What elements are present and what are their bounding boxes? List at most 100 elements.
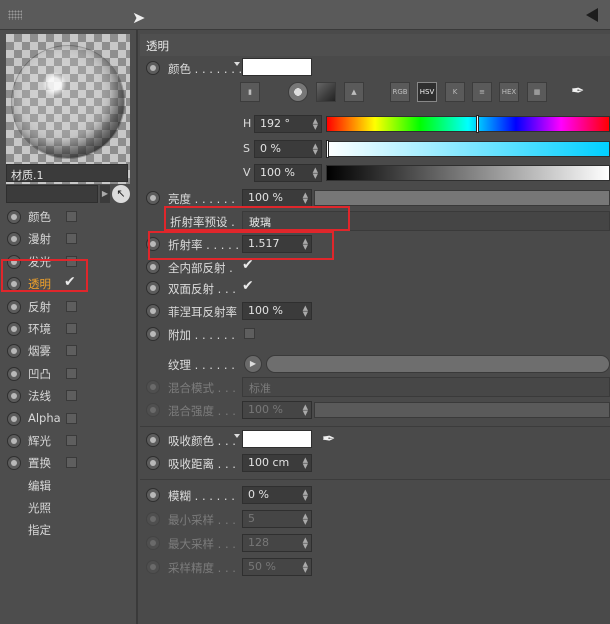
drag-grip-icon[interactable] [8, 10, 22, 20]
value-slider[interactable] [326, 165, 610, 181]
color-dropdown-arrow-icon[interactable] [234, 62, 240, 66]
saturation-slider-handle[interactable] [326, 140, 329, 158]
channel-animate-radio[interactable] [7, 210, 21, 224]
hue-slider[interactable] [326, 115, 610, 133]
channel-animate-radio[interactable] [7, 232, 21, 247]
color-wheel-button[interactable] [288, 82, 308, 102]
eyedropper-icon[interactable]: ✒ [571, 81, 584, 100]
mouse-cursor-icon: ➤ [132, 8, 146, 27]
double-sided-checkbox[interactable]: ✔ [242, 278, 254, 294]
channel-label: Alpha [28, 410, 61, 425]
max-samples-input[interactable]: 128 ▲ ▼ [242, 534, 312, 552]
blur-input[interactable]: 0 % ▲ ▼ [242, 486, 312, 504]
blend-mode-dropdown[interactable]: 标准 [242, 377, 610, 397]
accuracy-input[interactable]: 50 % ▲ ▼ [242, 558, 312, 576]
texture-slot[interactable] [266, 355, 610, 373]
hue-input[interactable]: 192 ° ▲ ▼ [254, 115, 322, 133]
channel-item[interactable]: 凹凸 [0, 363, 136, 385]
channel-checkbox[interactable] [66, 412, 77, 424]
channel-extra-item[interactable]: 光照 [0, 497, 136, 519]
channel-checkbox[interactable] [66, 457, 77, 469]
mode-hsv-button[interactable]: HSV [417, 82, 437, 102]
search-arrow-icon[interactable]: ▶ [100, 185, 110, 203]
color-animate-radio[interactable] [146, 61, 160, 75]
blur-animate-radio[interactable] [146, 488, 160, 502]
material-preview[interactable] [6, 34, 130, 184]
material-name-field[interactable]: 材质.1 [6, 164, 128, 182]
channel-animate-radio[interactable] [7, 321, 21, 336]
mode-hex-button[interactable]: HEX [499, 82, 519, 102]
channel-item[interactable]: 烟雾 [0, 340, 136, 362]
brightness-slider[interactable] [314, 190, 610, 206]
hue-slider-handle[interactable] [476, 115, 479, 133]
channel-checkbox[interactable] [66, 345, 77, 357]
channel-item[interactable]: 反射 [0, 296, 136, 318]
collapse-arrow-icon[interactable] [586, 8, 598, 22]
accuracy-animate-radio[interactable] [146, 560, 160, 574]
mode-rgb-button[interactable]: RGB [390, 82, 410, 102]
channel-item[interactable]: 置换 [0, 452, 136, 474]
mode-kelvin-button[interactable]: K [445, 82, 465, 102]
min-samples-animate-radio[interactable] [146, 512, 160, 526]
double-sided-animate-radio[interactable] [146, 281, 160, 295]
value-input[interactable]: 100 % ▲ ▼ [254, 164, 322, 182]
additive-checkbox[interactable] [244, 328, 255, 339]
total-internal-animate-radio[interactable] [146, 260, 160, 274]
additive-row: 附加 . . . . . . [140, 324, 610, 344]
fresnel-input[interactable]: 100 % ▲ ▼ [242, 302, 312, 320]
channel-extra-item[interactable]: 编辑 [0, 475, 136, 497]
channel-item[interactable]: 辉光 [0, 430, 136, 452]
absorption-eyedropper-icon[interactable]: ✒ [322, 429, 335, 448]
blend-mode-row: 混合模式 . . . 标准 [140, 377, 610, 397]
channel-item[interactable]: 漫射 [0, 228, 136, 250]
channel-checkbox[interactable] [66, 300, 77, 312]
channel-item[interactable]: Alpha [0, 408, 136, 430]
channel-animate-radio[interactable] [7, 389, 21, 404]
channel-animate-radio[interactable] [7, 433, 21, 448]
picker-cursor-icon[interactable]: ↖ [112, 185, 130, 203]
channel-animate-radio[interactable] [7, 366, 21, 381]
total-internal-checkbox[interactable]: ✔ [242, 257, 254, 273]
max-samples-animate-radio[interactable] [146, 536, 160, 550]
texture-load-icon[interactable]: ▶ [244, 355, 262, 373]
fresnel-animate-radio[interactable] [146, 304, 160, 318]
channel-item[interactable]: 环境 [0, 318, 136, 340]
material-search-input[interactable] [6, 185, 98, 203]
image-mode-icon[interactable]: ▲ [344, 82, 364, 102]
channel-animate-radio[interactable] [7, 344, 21, 359]
channel-item[interactable]: 颜色 [0, 206, 136, 228]
blend-strength-slider[interactable] [314, 402, 610, 418]
channel-checkbox[interactable] [66, 233, 77, 245]
section-title: 透明 [140, 34, 610, 56]
absorption-distance-animate-radio[interactable] [146, 456, 160, 470]
blend-strength-animate-radio[interactable] [146, 403, 160, 417]
channel-extra-item[interactable]: 指定 [0, 519, 136, 541]
channel-animate-radio[interactable] [7, 456, 21, 471]
color-picker-square-button[interactable] [316, 82, 336, 102]
channel-checkbox[interactable] [66, 434, 77, 446]
channel-checkbox[interactable] [66, 367, 77, 379]
absorption-dropdown-arrow-icon[interactable] [234, 434, 240, 438]
mode-swatches-button[interactable]: ▦ [527, 82, 547, 102]
channel-animate-radio[interactable] [7, 299, 21, 314]
blend-mode-animate-radio[interactable] [146, 380, 160, 394]
blend-strength-input[interactable]: 100 % ▲ ▼ [242, 401, 312, 419]
channel-animate-radio[interactable] [7, 411, 21, 426]
channel-checkbox[interactable] [66, 211, 77, 222]
brightness-input[interactable]: 100 % ▲ ▼ [242, 189, 312, 207]
absorption-color-swatch[interactable] [242, 430, 312, 448]
additive-animate-radio[interactable] [146, 327, 160, 341]
color-spectrum-button[interactable]: ▮ [240, 82, 260, 102]
blur-row: 模糊 . . . . . . 0 % ▲ ▼ [140, 485, 610, 505]
saturation-input[interactable]: 0 % ▲ ▼ [254, 140, 322, 158]
absorption-distance-input[interactable]: 100 cm ▲ ▼ [242, 454, 312, 472]
channel-checkbox[interactable] [66, 390, 77, 402]
brightness-animate-radio[interactable] [146, 191, 160, 205]
mode-mixer-button[interactable]: ≡ [472, 82, 492, 102]
color-swatch[interactable] [242, 58, 312, 76]
saturation-slider[interactable] [326, 140, 610, 158]
absorption-color-animate-radio[interactable] [146, 433, 160, 447]
channel-checkbox[interactable] [66, 322, 77, 334]
channel-item[interactable]: 法线 [0, 385, 136, 407]
min-samples-input[interactable]: 5 ▲ ▼ [242, 510, 312, 528]
